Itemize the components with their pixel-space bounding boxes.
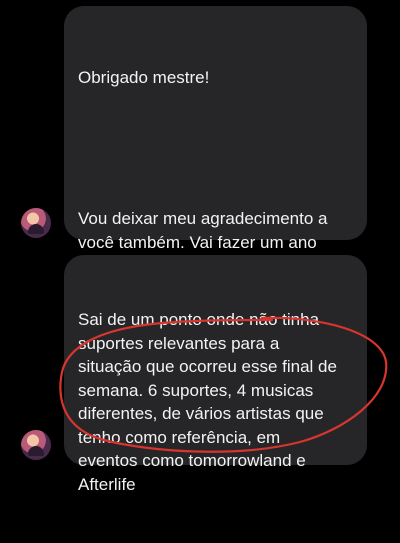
- message-text-greeting: Obrigado mestre!: [78, 68, 210, 87]
- avatar[interactable]: [21, 208, 51, 238]
- message-text-body: Sai de um ponto onde não tinha suportes …: [78, 310, 337, 494]
- message-bubble[interactable]: Obrigado mestre! Vou deixar meu agradeci…: [64, 6, 367, 369]
- avatar[interactable]: [21, 430, 51, 460]
- message-bubble[interactable]: Sai de um ponto onde não tinha suportes …: [64, 255, 367, 494]
